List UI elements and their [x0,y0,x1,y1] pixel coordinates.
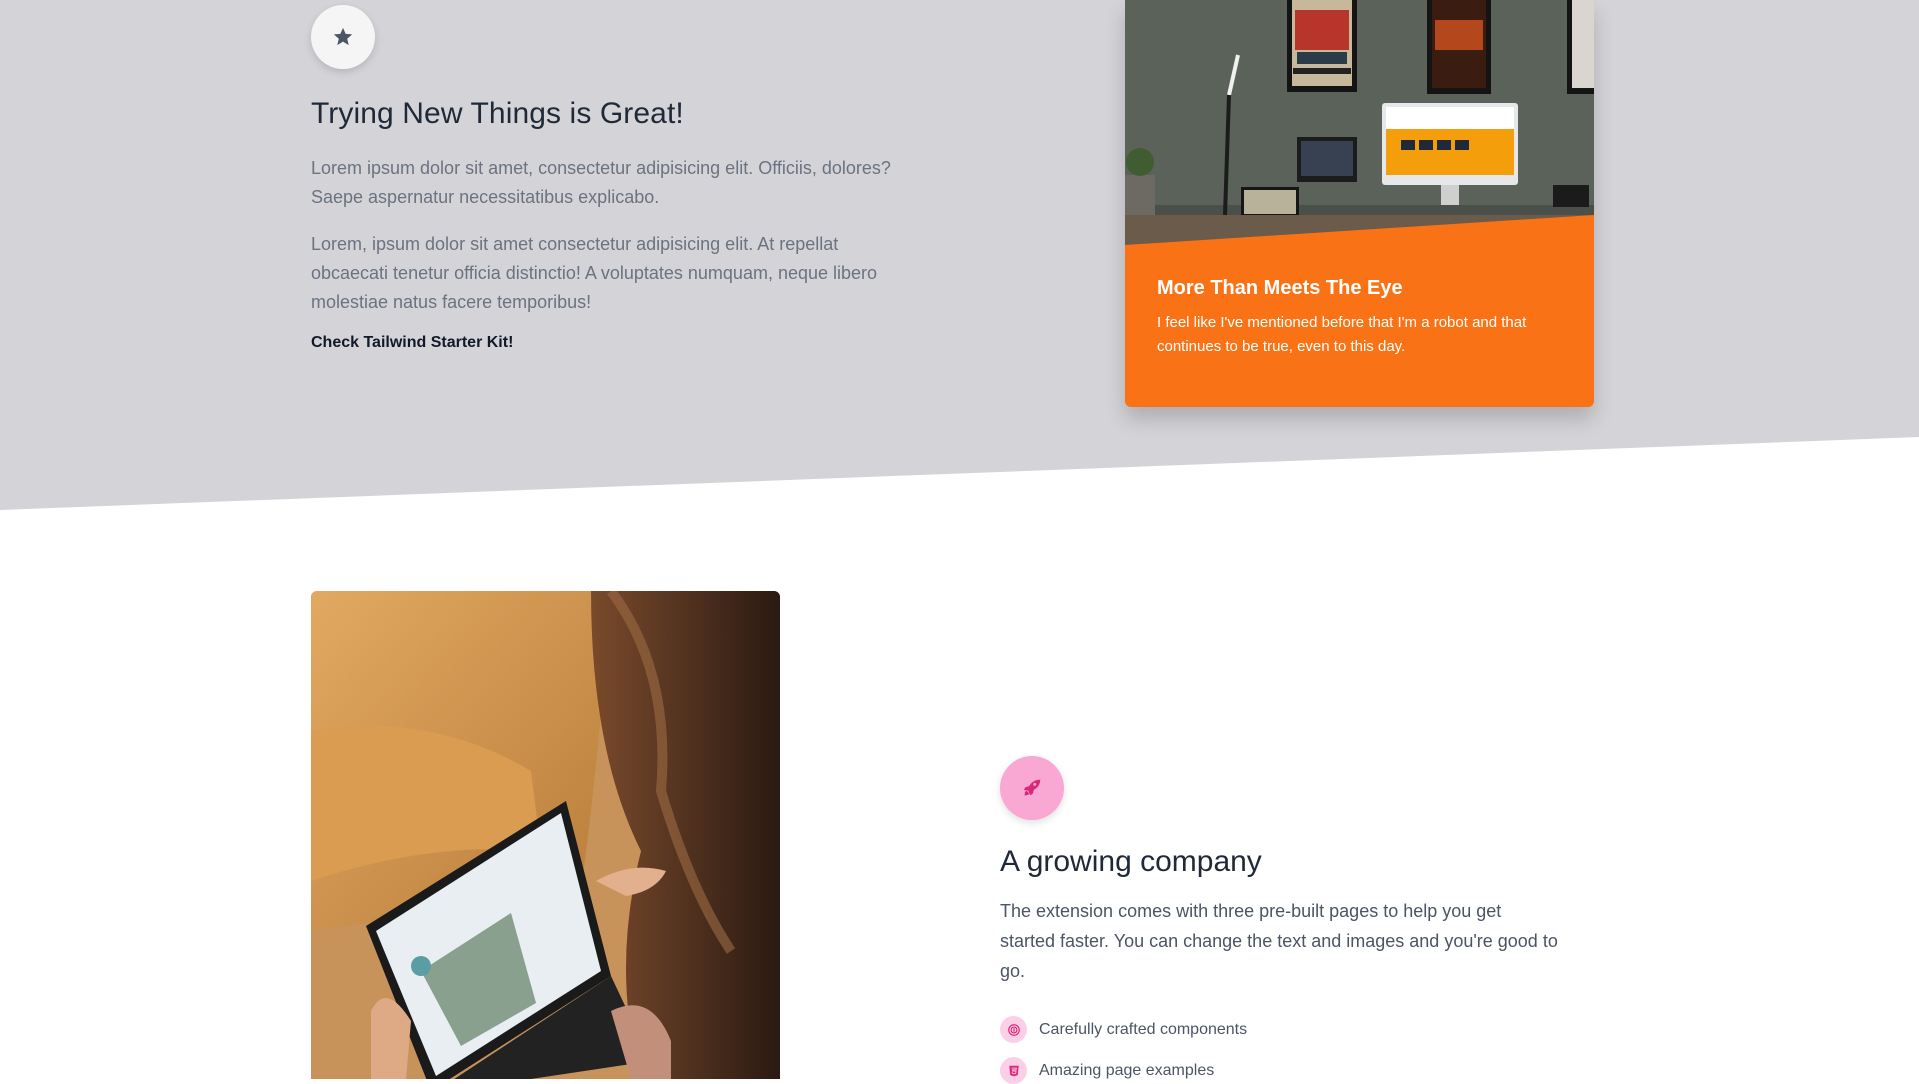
rocket-icon [1023,779,1041,796]
desk-setup-photo [1125,0,1594,250]
card-text: I feel like I've mentioned before that I… [1157,314,1527,355]
feature-label: Amazing page examples [1039,1061,1215,1079]
intro-title: Trying New Things is Great! [311,97,684,130]
company-paragraph: The extension comes with three pre-built… [1000,901,1558,981]
feature-label: Carefully crafted components [1039,1020,1248,1038]
star-icon-badge [311,5,375,69]
intro-paragraph-2: Lorem, ipsum dolor sit amet consectetur … [311,234,878,312]
tailwind-starter-kit-link[interactable]: Check Tailwind Starter Kit! [311,334,513,352]
rocket-icon-badge [1000,756,1064,820]
html5-icon [1000,1057,1027,1084]
tablet-photo-graphic [311,591,780,1079]
feature-card: More Than Meets The Eye I feel like I've… [1125,0,1594,407]
hero-grey-background [0,0,1919,510]
intro-paragraph-1: Lorem ipsum dolor sit amet, consectetur … [311,158,891,207]
feature-item-pages: Amazing page examples [1000,1057,1214,1084]
card-title: More Than Meets The Eye [1157,277,1403,299]
star-icon [333,27,353,46]
fingerprint-icon [1000,1016,1027,1043]
feature-item-components: Carefully crafted components [1000,1016,1247,1043]
woman-with-tablet-photo [311,591,780,1079]
company-title: A growing company [1000,845,1262,878]
